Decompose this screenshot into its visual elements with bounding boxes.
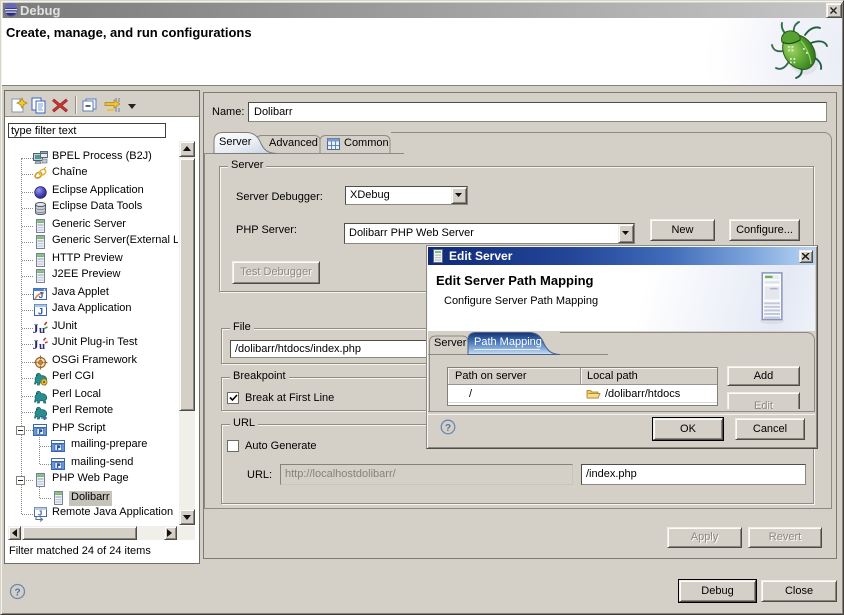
svg-text:?: ? (15, 588, 21, 599)
svg-text:u: u (39, 340, 45, 352)
svg-text:J: J (39, 290, 44, 300)
svg-text:J: J (38, 509, 42, 518)
svg-text:u: u (39, 324, 45, 336)
svg-text:?: ? (445, 423, 451, 434)
svg-text:J: J (38, 307, 43, 317)
